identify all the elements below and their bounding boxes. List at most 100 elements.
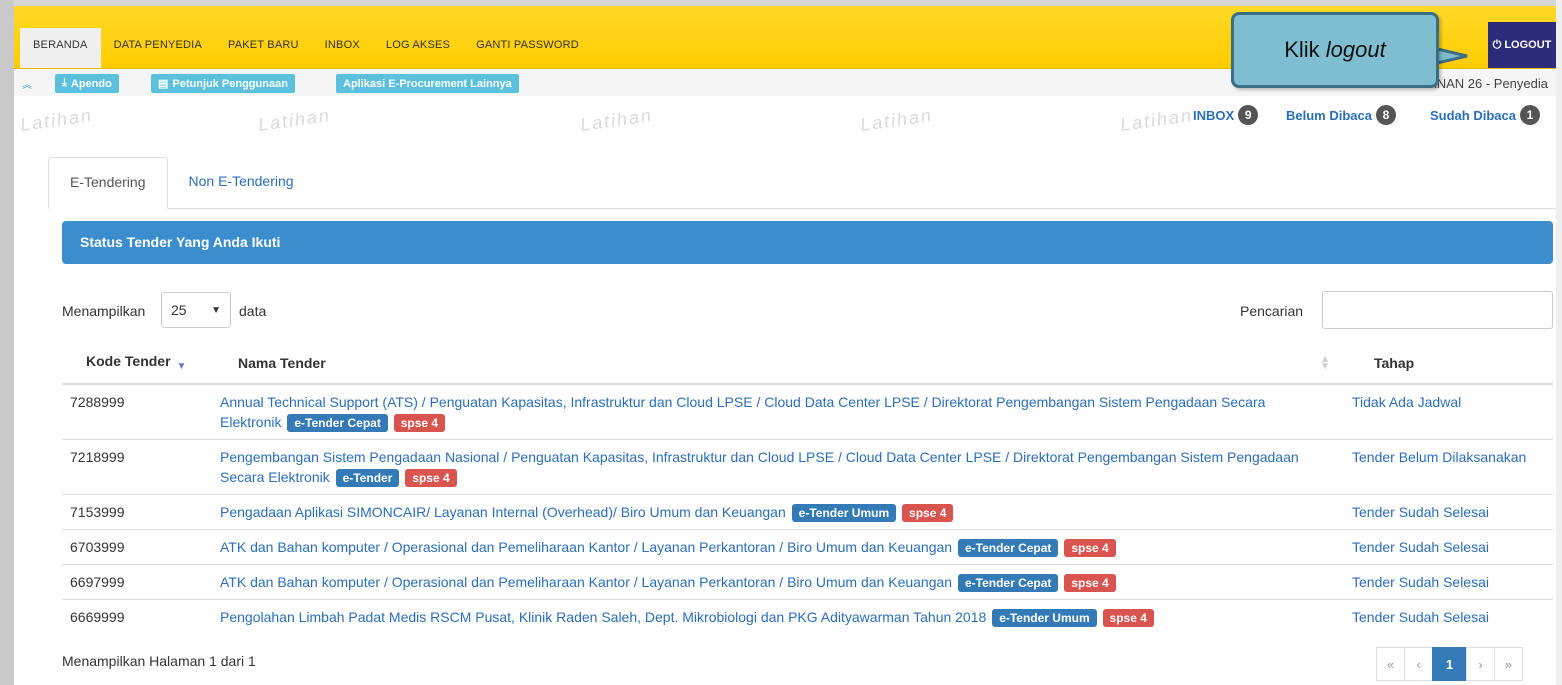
petunjuk-button[interactable]: ▤ Petunjuk Penggunaan <box>151 74 295 93</box>
tender-code: 7218999 <box>62 439 212 495</box>
tender-name-cell: ATK dan Bahan komputer / Operasional dan… <box>212 564 1338 600</box>
column-header-name-label: Nama Tender <box>238 354 326 371</box>
tender-stage-link[interactable]: Tender Sudah Selesai <box>1352 539 1489 555</box>
tender-name-link[interactable]: Pengadaan Aplikasi SIMONCAIR/ Layanan In… <box>220 504 786 520</box>
logout-label: LOGOUT <box>1504 39 1552 51</box>
nav-menu: BERANDA DATA PENYEDIA PAKET BARU INBOX L… <box>20 28 592 68</box>
read-count-badge: 1 <box>1519 105 1540 125</box>
window-right-edge <box>1556 0 1562 685</box>
aplikasi-label: Aplikasi E-Procurement Lainnya <box>343 77 512 90</box>
sort-desc-icon: ▼ <box>176 361 187 372</box>
pagination-next[interactable]: › <box>1466 647 1495 681</box>
table-row: 7153999 Pengadaan Aplikasi SIMONCAIR/ Lay… <box>62 494 1553 530</box>
method-badge: e-Tender Cepat <box>957 574 1059 592</box>
table-row: 6697999 ATK dan Bahan komputer / Operasio… <box>62 564 1553 600</box>
petunjuk-label: Petunjuk Penggunaan <box>172 77 288 90</box>
page-size-value: 25 <box>171 302 187 318</box>
tender-stage-link[interactable]: Tender Sudah Selesai <box>1352 609 1489 625</box>
download-icon: ⤓ <box>62 77 67 89</box>
table-row: 6703999 ATK dan Bahan komputer / Operasio… <box>62 529 1553 565</box>
watermark: Latihan <box>578 105 655 135</box>
tender-code: 6697999 <box>62 564 212 600</box>
tender-stage-cell: Tidak Ada Jadwal <box>1338 383 1553 440</box>
pagination-page-1[interactable]: 1 <box>1432 647 1467 681</box>
tender-stage-link[interactable]: Tender Sudah Selesai <box>1352 504 1489 520</box>
inbox-link[interactable]: INBOX 9 <box>1193 105 1259 125</box>
nav-item-paket-baru[interactable]: PAKET BARU <box>215 28 312 68</box>
power-icon: ⏻ <box>1492 38 1502 51</box>
apendo-label: Apendo <box>70 77 112 90</box>
tender-stage-cell: Tender Sudah Selesai <box>1338 494 1553 530</box>
watermark: Latihan <box>18 105 95 135</box>
pagination: « ‹ 1 › » <box>1376 647 1523 681</box>
nav-item-inbox[interactable]: INBOX <box>312 28 373 68</box>
tender-name-cell: Annual Technical Support (ATS) / Penguat… <box>212 383 1338 440</box>
panel-title: Status Tender Yang Anda Ikuti <box>62 221 1553 264</box>
tender-name-link[interactable]: ATK dan Bahan komputer / Operasional dan… <box>220 539 952 555</box>
version-badge: spse 4 <box>393 414 446 432</box>
page-size-label: Menampilkan <box>62 303 146 319</box>
inbox-label: INBOX <box>1193 107 1235 123</box>
table-row: 7288999 Annual Technical Support (ATS) / … <box>62 383 1553 440</box>
method-badge: e-Tender Cepat <box>957 539 1059 557</box>
data-label: data <box>239 303 267 319</box>
nav-item-log-akses[interactable]: LOG AKSES <box>373 28 463 68</box>
column-header-code-label: Kode Tender <box>86 353 171 369</box>
pagination-first[interactable]: « <box>1376 647 1405 681</box>
tender-stage-link[interactable]: Tender Belum Dilaksanakan <box>1352 449 1526 465</box>
nav-item-ganti-password[interactable]: GANTI PASSWORD <box>463 28 592 68</box>
method-badge: e-Tender Umum <box>791 504 897 522</box>
apendo-button[interactable]: ⤓ Apendo <box>55 74 119 93</box>
callout-emphasis: logout <box>1325 37 1386 62</box>
read-link[interactable]: Sudah Dibaca 1 <box>1430 105 1540 125</box>
tender-table: Kode Tender ▼ Nama Tender ▲ ▼ Tahap 728899… <box>62 342 1553 634</box>
column-header-stage[interactable]: Tahap <box>1338 342 1553 385</box>
collapse-icon[interactable]: ︽ <box>22 76 32 91</box>
tender-code: 7288999 <box>62 383 212 440</box>
table-header-row: Kode Tender ▼ Nama Tender ▲ ▼ Tahap <box>62 342 1553 385</box>
nav-item-data-penyedia[interactable]: DATA PENYEDIA <box>101 28 215 68</box>
column-header-name[interactable]: Nama Tender ▲ ▼ <box>212 342 1338 385</box>
tender-name-cell: ATK dan Bahan komputer / Operasional dan… <box>212 529 1338 565</box>
page-size-select[interactable]: 25 ▼ <box>161 292 231 328</box>
column-header-stage-label: Tahap <box>1374 354 1415 371</box>
tender-stage-link[interactable]: Tender Sudah Selesai <box>1352 574 1489 590</box>
tender-name-link[interactable]: ATK dan Bahan komputer / Operasional dan… <box>220 574 952 590</box>
version-badge: spse 4 <box>1102 609 1154 627</box>
page: BERANDA DATA PENYEDIA PAKET BARU INBOX L… <box>0 0 1562 685</box>
tender-name-cell: Pengembangan Sistem Pengadaan Nasional /… <box>212 439 1338 495</box>
pagination-last[interactable]: » <box>1494 647 1523 681</box>
sort-icon: ▲ ▼ <box>1320 353 1330 372</box>
tab-bar: E-Tendering Non E-Tendering <box>48 157 315 209</box>
tender-stage-cell: Tender Sudah Selesai <box>1338 564 1553 600</box>
tender-name-link[interactable]: Pengolahan Limbah Padat Medis RSCM Pusat… <box>220 609 986 625</box>
unread-link[interactable]: Belum Dibaca 8 <box>1286 105 1396 125</box>
search-label: Pencarian <box>1240 303 1304 319</box>
search-input[interactable] <box>1322 291 1553 329</box>
window-left-edge <box>0 0 14 685</box>
read-label: Sudah Dibaca <box>1430 107 1516 123</box>
pagination-prev[interactable]: ‹ <box>1404 647 1433 681</box>
aplikasi-button[interactable]: Aplikasi E-Procurement Lainnya <box>336 74 519 93</box>
tender-code: 7153999 <box>62 494 212 530</box>
logout-button[interactable]: ⏻ LOGOUT <box>1488 22 1556 68</box>
version-badge: spse 4 <box>1064 539 1116 557</box>
watermark: Latihan <box>1118 105 1195 135</box>
version-badge: spse 4 <box>902 504 954 522</box>
tender-stage-cell: Tender Belum Dilaksanakan <box>1338 439 1553 495</box>
tender-name-cell: Pengadaan Aplikasi SIMONCAIR/ Layanan In… <box>212 494 1338 530</box>
version-badge: spse 4 <box>1064 574 1116 592</box>
tab-non-e-tendering[interactable]: Non E-Tendering <box>168 157 315 209</box>
tender-stage-cell: Tender Sudah Selesai <box>1338 529 1553 565</box>
tab-e-tendering[interactable]: E-Tendering <box>48 157 168 209</box>
caret-down-icon: ▼ <box>211 304 221 316</box>
column-header-code[interactable]: Kode Tender ▼ <box>62 342 212 385</box>
nav-item-beranda[interactable]: BERANDA <box>20 28 101 68</box>
method-badge: e-Tender Cepat <box>287 414 388 432</box>
tender-code: 6669999 <box>62 599 212 634</box>
tender-code: 6703999 <box>62 529 212 565</box>
method-badge: e-Tender Umum <box>992 609 1097 627</box>
inbox-count-badge: 9 <box>1238 105 1259 125</box>
tender-name-cell: Pengolahan Limbah Padat Medis RSCM Pusat… <box>212 599 1338 634</box>
tender-stage-link[interactable]: Tidak Ada Jadwal <box>1352 394 1461 410</box>
